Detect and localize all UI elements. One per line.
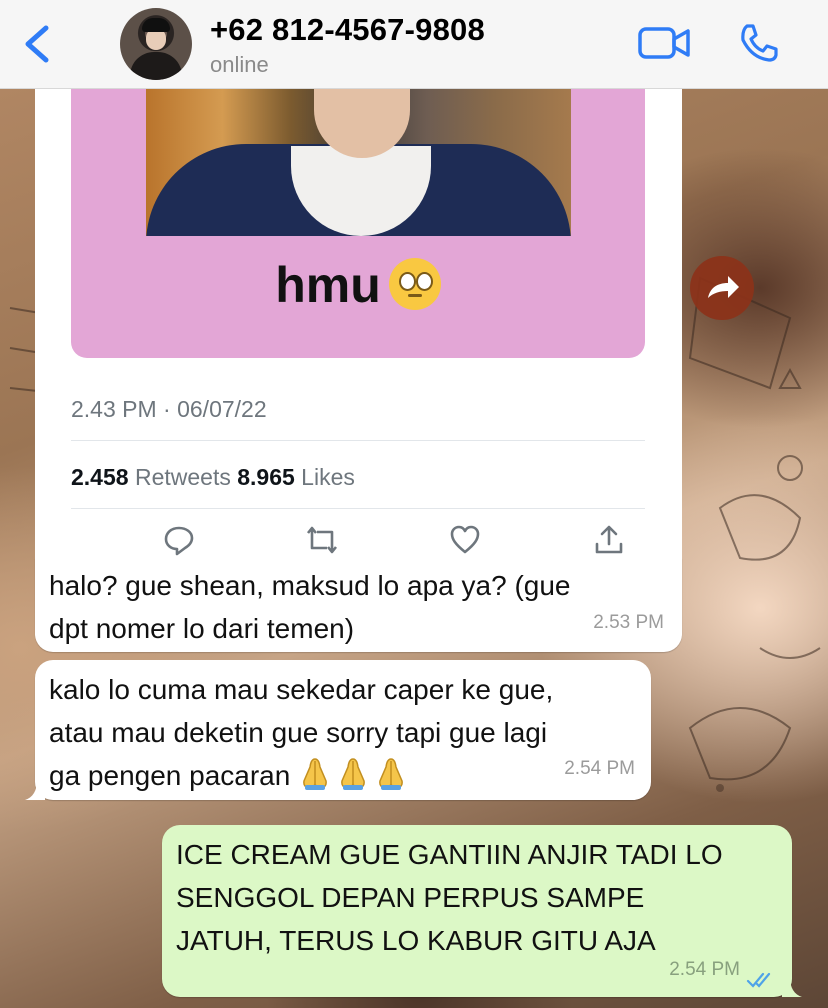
read-double-check-icon bbox=[746, 972, 771, 988]
message-line: ga pengen pacaran bbox=[49, 754, 553, 797]
like-heart-icon bbox=[449, 524, 481, 556]
tweet-caption-text: hmu bbox=[275, 257, 381, 313]
incoming-message-bubble[interactable]: halo? gue shean, maksud lo apa ya? (gue … bbox=[35, 558, 682, 652]
message-text: ICE CREAM GUE GANTIIN ANJIR TADI LO SENG… bbox=[176, 833, 723, 962]
message-time: 2.54 PM bbox=[564, 758, 635, 779]
message-line-text: ga pengen pacaran bbox=[49, 760, 291, 791]
retweets-label: Retweets bbox=[134, 464, 231, 490]
folded-hands-emoji-icon bbox=[336, 755, 370, 791]
share-icon bbox=[593, 524, 625, 556]
chat-header: +62 812-4567-9808 online bbox=[0, 0, 828, 89]
retweet-icon bbox=[305, 524, 338, 556]
back-button[interactable] bbox=[20, 22, 56, 66]
chevron-left-icon bbox=[25, 25, 49, 63]
retweets-count: 2.458 bbox=[71, 464, 129, 490]
video-call-button[interactable] bbox=[638, 26, 690, 60]
contact-status: online bbox=[210, 52, 269, 77]
message-text: kalo lo cuma mau sekedar caper ke gue, a… bbox=[49, 668, 553, 797]
tweet-media: hmu bbox=[71, 88, 645, 358]
tweet-action-bar bbox=[71, 524, 645, 560]
rolling-eyes-emoji-icon bbox=[388, 258, 441, 310]
tweet-divider bbox=[71, 440, 645, 441]
message-line: halo? gue shean, maksud lo apa ya? (gue bbox=[49, 570, 571, 601]
bubble-tail bbox=[782, 977, 802, 997]
voice-call-button[interactable] bbox=[738, 22, 780, 64]
video-camera-icon bbox=[638, 27, 690, 59]
message-line: SENGGOL DEPAN PERPUS SAMPE bbox=[176, 882, 645, 913]
folded-hands-emoji-icon bbox=[298, 755, 332, 791]
outgoing-message-bubble[interactable]: ICE CREAM GUE GANTIIN ANJIR TADI LO SENG… bbox=[162, 825, 802, 997]
message-line: dpt nomer lo dari temen) bbox=[49, 613, 355, 644]
forward-button[interactable] bbox=[690, 256, 754, 320]
message-line: JATUH, TERUS LO KABUR GITU AJA bbox=[176, 925, 656, 956]
message-text: halo? gue shean, maksud lo apa ya? (gue … bbox=[49, 564, 571, 650]
folded-hands-emoji-icon bbox=[374, 755, 408, 791]
tweet-stats: 2.458 Retweets 8.965 Likes bbox=[71, 464, 355, 491]
phone-icon bbox=[741, 24, 778, 62]
incoming-message-bubble[interactable]: kalo lo cuma mau sekedar caper ke gue, a… bbox=[25, 660, 651, 800]
message-line: ICE CREAM GUE GANTIIN ANJIR TADI LO bbox=[176, 839, 723, 870]
forward-arrow-icon bbox=[708, 276, 739, 298]
likes-count: 8.965 bbox=[237, 464, 295, 490]
contact-name[interactable]: +62 812-4567-9808 bbox=[210, 12, 485, 48]
message-line: atau mau deketin gue sorry tapi gue lagi bbox=[49, 717, 548, 748]
message-time: 2.53 PM bbox=[593, 612, 664, 633]
likes-label: Likes bbox=[301, 464, 355, 490]
tweet-timestamp: 2.43 PM · 06/07/22 bbox=[71, 396, 267, 422]
tweet-photo bbox=[146, 88, 571, 236]
message-line: kalo lo cuma mau sekedar caper ke gue, bbox=[49, 674, 554, 705]
reply-icon bbox=[163, 524, 195, 556]
contact-avatar[interactable] bbox=[120, 8, 192, 80]
tweet-caption: hmu bbox=[71, 256, 645, 314]
message-time: 2.54 PM bbox=[669, 959, 740, 980]
tweet-screenshot-image[interactable]: hmu 2.43 PM · 06/07/22 2.458 Retweets 8.… bbox=[35, 88, 682, 558]
bubble-tail bbox=[25, 780, 45, 800]
tweet-divider bbox=[71, 508, 645, 509]
